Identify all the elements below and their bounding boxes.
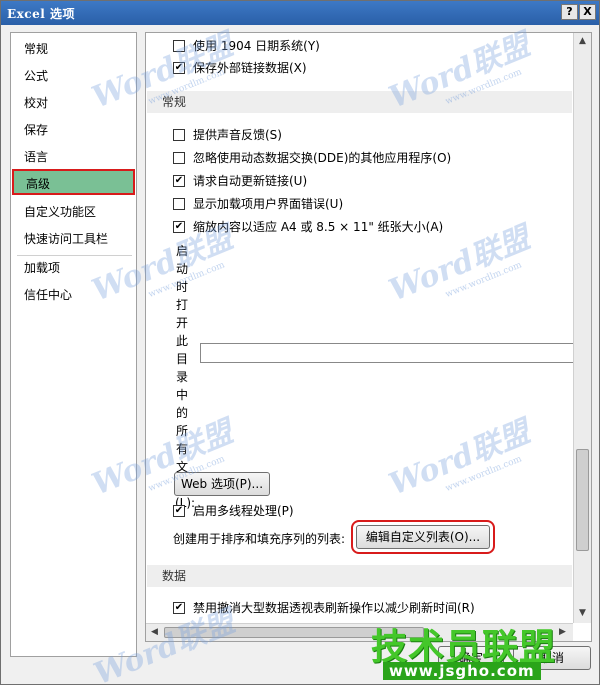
excel-options-dialog: Excel 选项 ? X 常规 公式 校对 保存 语言 高级 自定义功能区 快速… [0, 0, 600, 692]
scroll-down-icon[interactable]: ▼ [574, 605, 591, 622]
nav-item-quick-access-toolbar[interactable]: 快速访问工具栏 [12, 226, 135, 252]
nav-item-trust-center[interactable]: 信任中心 [12, 282, 135, 308]
nav-item-formulas[interactable]: 公式 [12, 63, 135, 89]
horizontal-scroll-thumb[interactable] [164, 627, 424, 638]
cancel-button[interactable]: 取消 [513, 646, 591, 670]
checkbox-sound-feedback[interactable] [173, 129, 185, 141]
edit-custom-lists-button[interactable]: 编辑自定义列表(O)... [351, 520, 495, 554]
nav-item-advanced[interactable]: 高级 [12, 169, 135, 195]
scroll-right-icon[interactable]: ▶ [554, 624, 571, 641]
close-button[interactable]: X [579, 4, 596, 20]
nav-item-addins[interactable]: 加载项 [12, 255, 135, 281]
nav-item-save[interactable]: 保存 [12, 117, 135, 143]
web-options-button[interactable]: Web 选项(P)... [174, 472, 270, 496]
title-bar: Excel 选项 ? X [1, 1, 599, 25]
nav-item-general[interactable]: 常规 [12, 36, 135, 62]
section-header-data: 数据 [147, 565, 572, 587]
options-panel: 使用 1904 日期系统(Y) ✔ 保存外部链接数据(X) 常规 提供声音反馈(… [145, 32, 592, 642]
vertical-scroll-thumb[interactable] [576, 449, 589, 551]
scroll-up-icon[interactable]: ▲ [574, 33, 591, 50]
ok-button[interactable]: 确定 [438, 646, 504, 670]
checkbox-multithreading[interactable]: ✔ [173, 505, 185, 517]
section-header-general: 常规 [147, 91, 572, 113]
nav-item-customize-ribbon[interactable]: 自定义功能区 [12, 199, 135, 225]
startup-directory-input[interactable] [200, 343, 580, 363]
checkbox-addin-ui-errors[interactable] [173, 198, 185, 210]
category-nav: 常规 公式 校对 保存 语言 高级 自定义功能区 快速访问工具栏 加载项 信任中… [10, 32, 137, 657]
checkbox-ignore-dde[interactable] [173, 152, 185, 164]
checkbox-scale-to-paper[interactable]: ✔ [173, 221, 185, 233]
dialog-title: Excel 选项 [7, 7, 75, 21]
sort-list-label: 创建用于排序和填充序列的列表: [173, 532, 346, 546]
horizontal-scrollbar[interactable]: ◀ ▶ [146, 623, 573, 641]
checkbox-disable-pivot-undo[interactable]: ✔ [173, 602, 185, 614]
vertical-scrollbar[interactable]: ▲ ▼ [573, 33, 591, 623]
checkbox-auto-update-links[interactable]: ✔ [173, 175, 185, 187]
help-button[interactable]: ? [561, 4, 578, 20]
checkbox-1904[interactable] [173, 40, 185, 52]
nav-item-proofing[interactable]: 校对 [12, 90, 135, 116]
checkbox-save-external-links[interactable]: ✔ [173, 62, 185, 74]
scroll-left-icon[interactable]: ◀ [146, 624, 163, 641]
nav-item-language[interactable]: 语言 [12, 144, 135, 170]
